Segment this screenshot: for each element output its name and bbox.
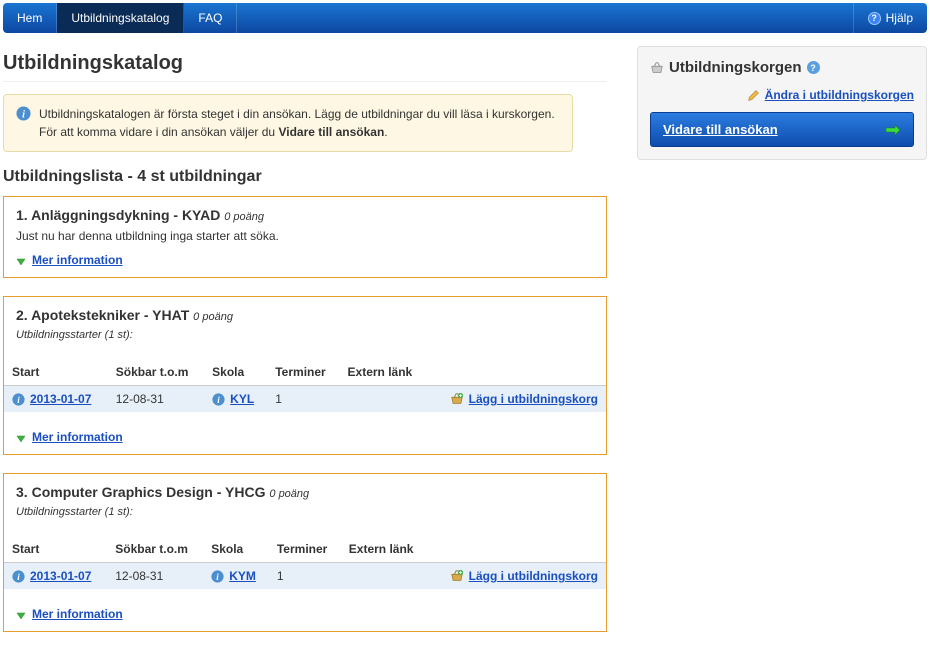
- add-to-basket-link[interactable]: Lägg i utbildningskorg: [469, 569, 598, 583]
- sokbar-cell: 12-08-31: [107, 563, 203, 590]
- no-starts-msg: Just nu har denna utbildning inga starte…: [16, 229, 594, 243]
- starts-subheading: Utbildningsstarter (1 st):: [16, 329, 594, 341]
- table-row: i 2013-01-07 12-08-31 i KYM 1: [4, 563, 606, 590]
- col-start: Start: [4, 536, 107, 563]
- more-info-link[interactable]: Mer information: [32, 430, 123, 444]
- page-title: Utbildningskatalog: [3, 52, 607, 82]
- nav-help[interactable]: ? Hjälp: [853, 3, 927, 33]
- arrow-down-icon: [16, 432, 26, 442]
- proceed-button[interactable]: Vidare till ansökan: [650, 112, 914, 147]
- help-icon[interactable]: ?: [807, 61, 820, 74]
- edit-basket-link[interactable]: Ändra i utbildningskorgen: [765, 88, 914, 102]
- info-notice: i Utbildningskatalogen är första steget …: [3, 94, 573, 152]
- basket-panel: Utbildningskorgen ? Ändra i utbildningsk…: [637, 46, 927, 160]
- info-icon: i: [212, 393, 225, 406]
- more-info-link[interactable]: Mer information: [32, 607, 123, 621]
- course-card: 2. Apotekstekniker - YHAT 0 poäng Utbild…: [3, 296, 607, 455]
- arrow-right-icon: [885, 124, 901, 136]
- col-skola: Skola: [204, 359, 267, 386]
- info-notice-text: Utbildningskatalogen är första steget i …: [39, 105, 560, 141]
- pencil-icon: [747, 89, 760, 102]
- info-icon: i: [211, 570, 224, 583]
- col-extern: Extern länk: [341, 536, 428, 563]
- basket-icon: [650, 61, 664, 75]
- top-nav: Hem Utbildningskatalog FAQ ? Hjälp: [3, 3, 927, 33]
- arrow-down-icon: [16, 255, 26, 265]
- col-sokbar: Sökbar t.o.m: [108, 359, 204, 386]
- basket-title: Utbildningskorgen ?: [650, 59, 914, 76]
- add-to-basket-link[interactable]: Lägg i utbildningskorg: [469, 392, 598, 406]
- starts-table: Start Sökbar t.o.m Skola Terminer Extern…: [4, 359, 606, 412]
- school-link[interactable]: KYL: [230, 392, 254, 406]
- col-terminer: Terminer: [269, 536, 341, 563]
- course-card: 3. Computer Graphics Design - YHCG 0 poä…: [3, 473, 607, 632]
- info-text-bold: Vidare till ansökan: [278, 125, 384, 139]
- arrow-down-icon: [16, 609, 26, 619]
- info-text-post: .: [384, 125, 387, 139]
- col-start: Start: [4, 359, 108, 386]
- basket-title-text: Utbildningskorgen: [669, 59, 802, 76]
- more-info-link[interactable]: Mer information: [32, 253, 123, 267]
- basket-icon: [450, 569, 464, 583]
- sokbar-cell: 12-08-31: [108, 386, 204, 413]
- col-sokbar: Sökbar t.o.m: [107, 536, 203, 563]
- school-link[interactable]: KYM: [229, 569, 256, 583]
- proceed-label: Vidare till ansökan: [663, 122, 778, 137]
- start-date-link[interactable]: 2013-01-07: [30, 569, 91, 583]
- nav-help-label: Hjälp: [886, 11, 913, 25]
- info-icon: i: [12, 570, 25, 583]
- course-title: 1. Anläggningsdykning - KYAD 0 poäng: [16, 207, 594, 223]
- col-skola: Skola: [203, 536, 269, 563]
- course-card: 1. Anläggningsdykning - KYAD 0 poäng Jus…: [3, 196, 607, 278]
- terminer-cell: 1: [267, 386, 339, 413]
- help-icon: ?: [868, 12, 881, 25]
- terminer-cell: 1: [269, 563, 341, 590]
- info-icon: i: [16, 106, 31, 121]
- col-terminer: Terminer: [267, 359, 339, 386]
- col-extern: Extern länk: [340, 359, 428, 386]
- info-icon: i: [12, 393, 25, 406]
- nav-home[interactable]: Hem: [3, 3, 57, 33]
- svg-text:i: i: [22, 109, 25, 120]
- starts-subheading: Utbildningsstarter (1 st):: [16, 506, 594, 518]
- nav-faq[interactable]: FAQ: [184, 3, 237, 33]
- course-title: 3. Computer Graphics Design - YHCG 0 poä…: [16, 484, 594, 500]
- starts-table: Start Sökbar t.o.m Skola Terminer Extern…: [4, 536, 606, 589]
- list-heading: Utbildningslista - 4 st utbildningar: [3, 168, 607, 186]
- table-row: i 2013-01-07 12-08-31 i KYL 1: [4, 386, 606, 413]
- course-title: 2. Apotekstekniker - YHAT 0 poäng: [16, 307, 594, 323]
- nav-catalog[interactable]: Utbildningskatalog: [57, 3, 184, 33]
- start-date-link[interactable]: 2013-01-07: [30, 392, 91, 406]
- basket-icon: [450, 392, 464, 406]
